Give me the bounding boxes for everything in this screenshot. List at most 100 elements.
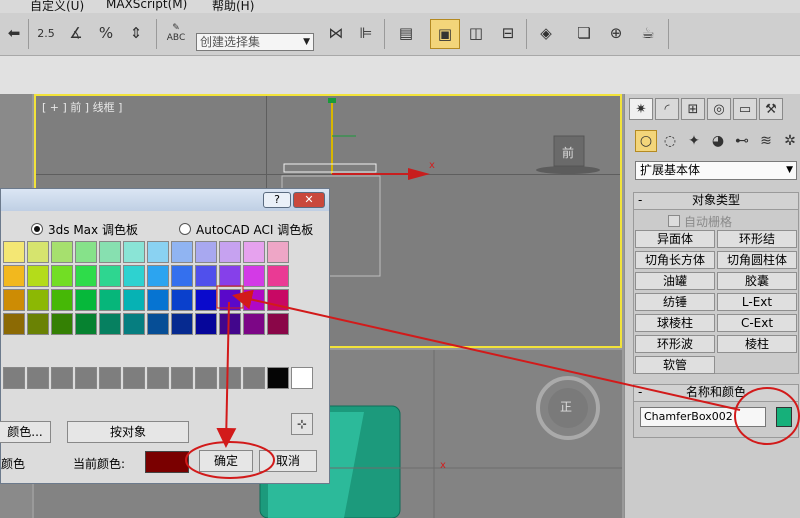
ok-button[interactable]: 确定 <box>199 450 253 472</box>
palette-color-cell[interactable] <box>99 313 121 335</box>
palette-color-cell[interactable] <box>219 241 241 263</box>
l-ext-button[interactable]: L-Ext <box>717 293 797 311</box>
modify-tab-icon[interactable]: ◜ <box>655 98 679 120</box>
palette-color-cell[interactable] <box>219 289 241 311</box>
custom-color-cell[interactable] <box>27 367 49 389</box>
custom-color-cell[interactable] <box>147 367 169 389</box>
palette-color-cell[interactable] <box>27 313 49 335</box>
graphite-ribbon-icon[interactable]: ▣ <box>430 19 460 49</box>
hose-button[interactable]: 软管 <box>635 356 715 374</box>
custom-color-cell[interactable] <box>195 367 217 389</box>
align-icon[interactable]: ⊫ <box>352 19 380 47</box>
menu-maxscript[interactable]: MAXScript(M) <box>106 0 187 11</box>
named-selection-dropdown[interactable]: 创建选择集 ▼ <box>196 33 314 51</box>
angle-snap-icon[interactable]: ∡ <box>62 19 90 47</box>
eyedropper-icon[interactable]: ⊹ <box>291 413 313 435</box>
palette-color-cell[interactable] <box>123 241 145 263</box>
helpers-icon[interactable]: ⊷ <box>731 130 753 152</box>
custom-color-cell[interactable] <box>243 367 265 389</box>
custom-color-cell[interactable] <box>123 367 145 389</box>
oil-tank-button[interactable]: 油罐 <box>635 272 715 290</box>
palette-color-cell[interactable] <box>3 313 25 335</box>
render-teapot-icon[interactable]: ☕ <box>634 19 662 47</box>
palette-color-cell[interactable] <box>219 313 241 335</box>
create-tab-icon[interactable]: ✷ <box>629 98 653 120</box>
palette-color-cell[interactable] <box>99 289 121 311</box>
render-setup-icon[interactable]: ❏ <box>570 19 598 47</box>
close-button[interactable]: ✕ <box>293 192 325 208</box>
palette-color-cell[interactable] <box>267 265 289 287</box>
auto-grid-checkbox[interactable]: 自动栅格 <box>668 213 732 230</box>
palette-color-cell[interactable] <box>267 289 289 311</box>
palette-color-cell[interactable] <box>147 313 169 335</box>
palette-color-cell[interactable] <box>99 241 121 263</box>
palette-color-cell[interactable] <box>75 265 97 287</box>
cancel-button[interactable]: 取消 <box>259 450 317 472</box>
custom-color-cell[interactable] <box>219 367 241 389</box>
palette-color-cell[interactable] <box>171 241 193 263</box>
custom-color-cell[interactable] <box>51 367 73 389</box>
palette-color-cell[interactable] <box>51 289 73 311</box>
object-name-field[interactable]: ChamferBox002 <box>640 407 766 427</box>
palette-color-cell[interactable] <box>3 289 25 311</box>
view-cube-front-label[interactable]: 前 <box>562 144 574 161</box>
palette-color-cell[interactable] <box>51 313 73 335</box>
palette-color-cell[interactable] <box>75 289 97 311</box>
chamfer-box-button[interactable]: 切角长方体 <box>635 251 715 269</box>
palette-color-cell[interactable] <box>243 313 265 335</box>
palette-color-cell[interactable] <box>243 289 265 311</box>
palette-color-cell[interactable] <box>51 241 73 263</box>
palette-color-cell[interactable] <box>3 265 25 287</box>
object-type-header[interactable]: - 对象类型 <box>634 193 798 210</box>
custom-color-cell[interactable] <box>75 367 97 389</box>
add-color-button[interactable]: 颜色... <box>0 421 51 443</box>
c-ext-button[interactable]: C-Ext <box>717 314 797 332</box>
gengon-button[interactable]: 球棱柱 <box>635 314 715 332</box>
edit-named-selection-icon[interactable]: ✎ ABC <box>162 19 190 47</box>
curve-editor-icon[interactable]: ◫ <box>462 19 490 47</box>
rendered-frame-icon[interactable]: ⊕ <box>602 19 630 47</box>
capsule-button[interactable]: 胶囊 <box>717 272 797 290</box>
palette-color-cell[interactable] <box>195 241 217 263</box>
palette-color-cell[interactable] <box>195 289 217 311</box>
palette-color-cell[interactable] <box>171 289 193 311</box>
palette-color-cell[interactable] <box>243 265 265 287</box>
palette-color-cell[interactable] <box>123 265 145 287</box>
view-cube-top-label[interactable]: 正 <box>560 398 572 415</box>
object-color-swatch[interactable] <box>776 407 792 427</box>
palette-color-cell[interactable] <box>99 265 121 287</box>
layer-manager-icon[interactable]: ▤ <box>392 19 420 47</box>
max-palette-radio[interactable]: 3ds Max 调色板 <box>31 221 138 238</box>
hedra-button[interactable]: 异面体 <box>635 230 715 248</box>
palette-color-cell[interactable] <box>267 313 289 335</box>
palette-color-cell[interactable] <box>27 265 49 287</box>
material-editor-icon[interactable]: ◈ <box>532 19 560 47</box>
lights-icon[interactable]: ✦ <box>683 130 705 152</box>
palette-color-cell[interactable] <box>123 313 145 335</box>
undo-icon[interactable]: ⬅ <box>0 19 28 47</box>
utilities-tab-icon[interactable]: ⚒ <box>759 98 783 120</box>
name-color-header[interactable]: - 名称和颜色 <box>634 385 798 402</box>
palette-color-cell[interactable] <box>171 313 193 335</box>
menu-customize[interactable]: 自定义(U) <box>30 0 84 13</box>
palette-color-cell[interactable] <box>75 241 97 263</box>
custom-color-cell[interactable] <box>3 367 25 389</box>
spinner-snap-icon[interactable]: ⇕ <box>122 19 150 47</box>
chamfer-cyl-button[interactable]: 切角圆柱体 <box>717 251 797 269</box>
systems-icon[interactable]: ✲ <box>779 130 800 152</box>
palette-color-cell[interactable] <box>267 241 289 263</box>
palette-color-cell[interactable] <box>147 241 169 263</box>
by-object-button[interactable]: 按对象 <box>67 421 189 443</box>
percent-snap-icon[interactable]: % <box>92 19 120 47</box>
custom-color-cell[interactable] <box>291 367 313 389</box>
palette-color-cell[interactable] <box>147 289 169 311</box>
custom-color-cell[interactable] <box>171 367 193 389</box>
palette-color-cell[interactable] <box>243 241 265 263</box>
torus-knot-button[interactable]: 环形结 <box>717 230 797 248</box>
prism-button[interactable]: 棱柱 <box>717 335 797 353</box>
schematic-view-icon[interactable]: ⊟ <box>494 19 522 47</box>
mirror-icon[interactable]: ⋈ <box>322 19 350 47</box>
motion-tab-icon[interactable]: ◎ <box>707 98 731 120</box>
palette-color-cell[interactable] <box>27 289 49 311</box>
menu-help[interactable]: 帮助(H) <box>212 0 254 13</box>
